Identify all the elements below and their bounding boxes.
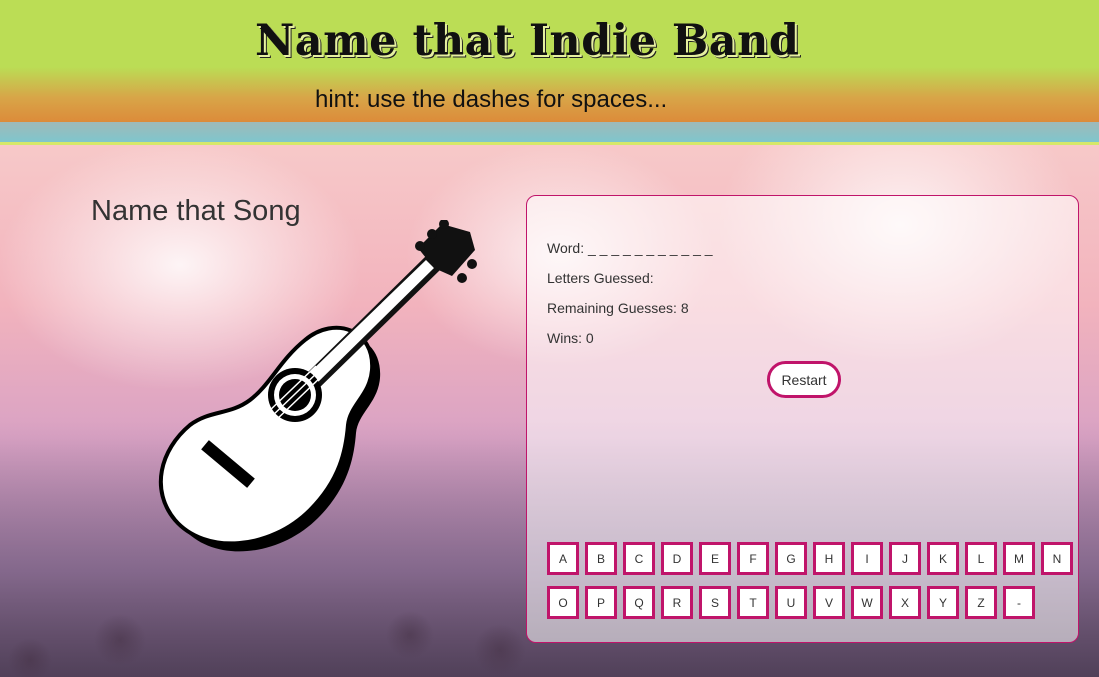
remaining-guesses-value: 8 [680, 300, 689, 316]
header-stripe-lime [0, 142, 1099, 145]
key-q[interactable]: Q [623, 586, 655, 619]
page-title: Name that Indie Band [255, 16, 800, 66]
word-row: Word: _ _ _ _ _ _ _ _ _ _ _ [547, 240, 713, 256]
key-w[interactable]: W [851, 586, 883, 619]
letters-guessed-label: Letters Guessed: [547, 270, 654, 286]
key-v[interactable]: V [813, 586, 845, 619]
key-e[interactable]: E [699, 542, 731, 575]
key-z[interactable]: Z [965, 586, 997, 619]
key-m[interactable]: M [1003, 542, 1035, 575]
restart-button[interactable]: Restart [767, 361, 841, 398]
key-k[interactable]: K [927, 542, 959, 575]
wins-label: Wins: [547, 330, 582, 346]
keyboard-row-1: A B C D E F G H I J K L M N [547, 542, 1073, 575]
key-y[interactable]: Y [927, 586, 959, 619]
key-b[interactable]: B [585, 542, 617, 575]
key-u[interactable]: U [775, 586, 807, 619]
key-a[interactable]: A [547, 542, 579, 575]
key-c[interactable]: C [623, 542, 655, 575]
key-j[interactable]: J [889, 542, 921, 575]
guitar-icon [150, 219, 490, 565]
key-x[interactable]: X [889, 586, 921, 619]
keyboard-row-2: O P Q R S T U V W X Y Z - [547, 586, 1035, 619]
word-value: _ _ _ _ _ _ _ _ _ _ _ [587, 240, 713, 256]
game-panel: Word: _ _ _ _ _ _ _ _ _ _ _ Letters Gues… [526, 195, 1079, 643]
key-h[interactable]: H [813, 542, 845, 575]
remaining-guesses-row: Remaining Guesses: 8 [547, 300, 689, 316]
key-d[interactable]: D [661, 542, 693, 575]
remaining-guesses-label: Remaining Guesses: [547, 300, 677, 316]
key-r[interactable]: R [661, 586, 693, 619]
letters-guessed-row: Letters Guessed: [547, 270, 654, 286]
key-t[interactable]: T [737, 586, 769, 619]
key-s[interactable]: S [699, 586, 731, 619]
key-f[interactable]: F [737, 542, 769, 575]
key-l[interactable]: L [965, 542, 997, 575]
wins-row: Wins: 0 [547, 330, 594, 346]
hint-text: hint: use the dashes for spaces... [315, 86, 668, 113]
key-p[interactable]: P [585, 586, 617, 619]
key-g[interactable]: G [775, 542, 807, 575]
header-stripe-teal [0, 122, 1099, 142]
word-label: Word: [547, 240, 585, 256]
wins-value: 0 [585, 330, 594, 346]
key-n[interactable]: N [1041, 542, 1073, 575]
key-o[interactable]: O [547, 586, 579, 619]
key-i[interactable]: I [851, 542, 883, 575]
key-dash[interactable]: - [1003, 586, 1035, 619]
page-header: Name that Indie Band hint: use the dashe… [0, 0, 1099, 122]
